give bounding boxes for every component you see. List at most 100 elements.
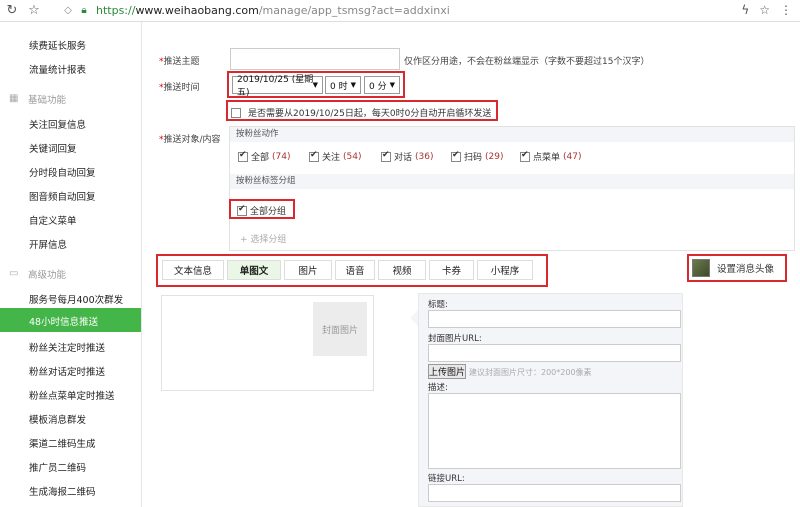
sidebar-group-advanced: ▭ 高级功能 [9,267,67,282]
upload-hint: 建议封面图片尺寸：200*200像素 [469,368,592,377]
sidebar-item-traffic[interactable]: 流量统计报表 [29,62,86,76]
action-all-label: 全部 [251,153,270,163]
star-outline-icon[interactable]: ☆ [759,3,770,17]
action-scan-count: (29) [485,151,504,162]
lightning-icon[interactable]: ϟ [741,3,749,17]
action-menu-label: 点菜单 [533,153,561,163]
cover-placeholder[interactable]: 封面图片 [313,302,367,356]
sidebar-item-48h-push[interactable]: 48小时信息推送 [0,308,141,332]
choose-group-link[interactable]: + 选择分组 [240,232,286,245]
action-scan-label: 扫码 [464,153,483,163]
sidebar-item-custom-menu[interactable]: 自定义菜单 [29,213,77,227]
all-groups-checkbox[interactable] [237,204,247,216]
url-path: /manage/app_tsmsg?act=addxinxi [258,4,450,17]
sidebar-item-poster-qr[interactable]: 生成海报二维码 [29,484,96,498]
action-chat-label: 对话 [394,153,413,163]
subject-label: *推送主题 [159,57,200,67]
cover-url-input[interactable] [428,344,681,362]
sidebar-item-follow-timed[interactable]: 粉丝关注定时推送 [29,340,105,354]
minute-value: 0 分 [369,81,387,92]
url-text[interactable]: https://www.weihaobang.com/manage/app_ts… [96,4,450,17]
action-follow-label: 关注 [322,153,341,163]
action-header: 按粉丝动作 [230,127,794,142]
action-follow-count: (54) [343,151,362,162]
sidebar-item-48h-push-label: 48小时信息推送 [29,317,99,328]
action-menu-checkbox[interactable] [520,150,530,162]
action-menu-count: (47) [563,151,582,162]
sidebar: 续费延长服务 流量统计报表 ▦ 基础功能 关注回复信息 关键词回复 分时段自动回… [0,22,142,507]
action-scan-checkbox[interactable] [451,150,461,162]
title-input[interactable] [428,310,681,328]
sidebar-item-monthly-broadcast[interactable]: 服务号每月400次群发 [29,292,123,306]
action-menu[interactable]: 点菜单(47) [520,150,582,163]
sidebar-item-follow-reply[interactable]: 关注回复信息 [29,117,86,131]
loop-option[interactable]: 是否需要从2019/10/25日起，每天0时0分自动开启循环发送 [231,106,491,119]
more-icon[interactable]: ⋮ [780,3,792,17]
date-value: 2019/10/25 (星期五) [237,75,314,98]
loop-text: 是否需要从2019/10/25日起，每天0时0分自动开启循环发送 [248,109,492,119]
sidebar-item-channel-qr[interactable]: 渠道二维码生成 [29,436,96,450]
loop-checkbox[interactable] [231,107,241,118]
sidebar-item-menu-timed[interactable]: 粉丝点菜单定时推送 [29,388,115,402]
sidebar-item-splash[interactable]: 开屏信息 [29,237,67,251]
set-avatar-button[interactable]: 设置消息头像 [692,259,774,277]
sidebar-item-timed-reply[interactable]: 分时段自动回复 [29,165,96,179]
tab-mini-program[interactable]: 小程序 [477,260,533,280]
sidebar-group-basic-label: 基础功能 [28,95,67,106]
sidebar-item-template-msg[interactable]: 模板消息群发 [29,412,86,426]
chevron-down-icon: ▼ [389,81,395,89]
editor-pointer [410,310,418,326]
refresh-icon[interactable]: ↻ [4,3,20,19]
subject-input[interactable] [230,48,400,70]
action-chat-checkbox[interactable] [381,150,391,162]
chevron-down-icon: ▼ [312,81,318,89]
set-avatar-label: 设置消息头像 [717,264,775,275]
hour-value: 0 时 [330,81,348,92]
cover-url-label: 封面图片URL: [428,334,482,344]
star-icon[interactable]: ☆ [26,3,42,19]
sidebar-item-promoter-qr[interactable]: 推广员二维码 [29,460,86,474]
hour-select[interactable]: 0 时 ▼ [325,76,361,94]
target-label: *推送对象/内容 [159,135,221,145]
grid-icon: ▦ [9,93,19,104]
tab-text[interactable]: 文本信息 [162,260,224,280]
description-label: 描述: [428,383,448,393]
action-follow-checkbox[interactable] [309,150,319,162]
time-label: *推送时间 [159,83,200,93]
action-all-count: (74) [272,151,291,162]
main-content: *推送主题 仅作区分用途，不会在粉丝端显示（字数不要超过15个汉字） *推送时间… [142,22,800,507]
tab-single-article[interactable]: 单图文 [227,260,281,280]
action-chat-count: (36) [415,151,434,162]
tab-voice[interactable]: 语音 [335,260,375,280]
sidebar-group-advanced-label: 高级功能 [28,270,67,281]
tab-coupon[interactable]: 卡券 [429,260,474,280]
action-all[interactable]: 全部(74) [238,150,291,163]
sidebar-item-media-reply[interactable]: 图音频自动回复 [29,189,96,203]
sidebar-group-basic: ▦ 基础功能 [9,92,67,107]
sidebar-item-keyword-reply[interactable]: 关键词回复 [29,141,77,155]
upload-image-button[interactable]: 上传图片 [428,364,466,379]
sidebar-item-renew[interactable]: 续费延长服务 [29,38,86,52]
all-groups-label: 全部分组 [250,207,287,217]
tag-header: 按粉丝标签分组 [230,174,794,189]
sidebar-item-chat-timed[interactable]: 粉丝对话定时推送 [29,364,105,378]
tab-image[interactable]: 图片 [284,260,332,280]
title-label: 标题: [428,300,448,310]
action-chat[interactable]: 对话(36) [381,150,434,163]
tab-video[interactable]: 视频 [378,260,426,280]
date-select[interactable]: 2019/10/25 (星期五) ▼ [232,75,323,98]
description-textarea[interactable] [428,393,681,469]
lock-icon: 🔒︎ [81,5,87,16]
all-groups-option[interactable]: 全部分组 [237,204,286,217]
link-url-label: 链接URL: [428,474,465,484]
action-scan[interactable]: 扫码(29) [451,150,504,163]
action-all-checkbox[interactable] [238,150,248,162]
avatar [692,259,710,277]
minute-select[interactable]: 0 分 ▼ [364,76,400,94]
link-url-input[interactable] [428,484,681,502]
inbox-icon: ▭ [9,268,19,279]
shield-icon: ◇ [64,5,72,16]
chevron-down-icon: ▼ [350,81,356,89]
action-follow[interactable]: 关注(54) [309,150,362,163]
browser-address-bar: ↻ ☆ ◇ 🔒︎ https://www.weihaobang.com/mana… [0,0,800,22]
